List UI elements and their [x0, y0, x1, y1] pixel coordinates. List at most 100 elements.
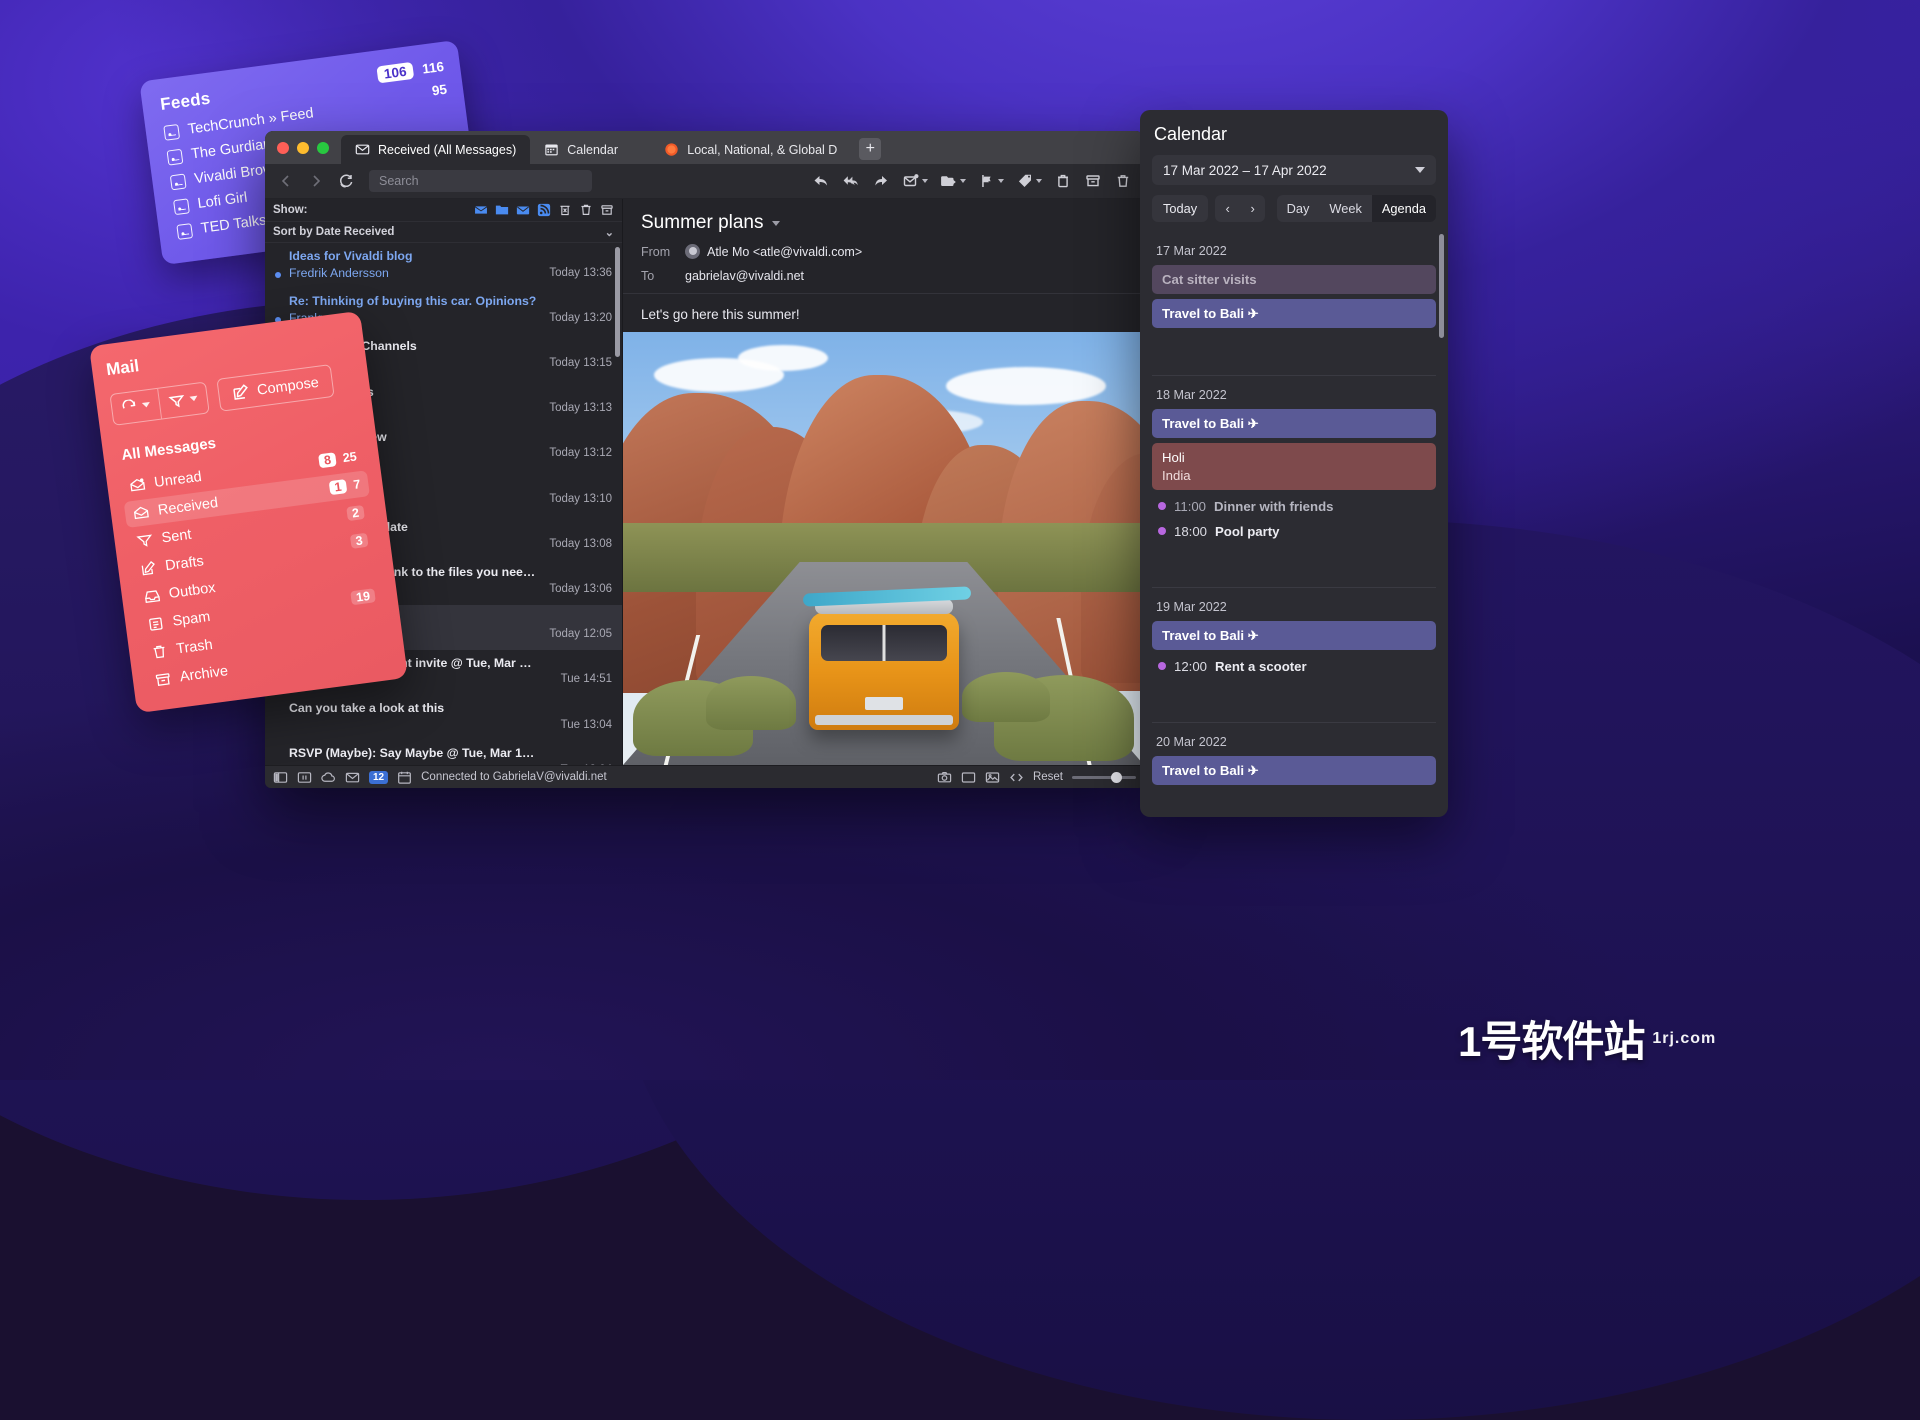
watermark-secondary: 1rj.com	[1652, 1030, 1716, 1048]
trash-filter-icon[interactable]	[579, 203, 593, 217]
pencil-square-icon	[140, 560, 158, 578]
calendar-view-day[interactable]: Day	[1277, 195, 1320, 222]
mail-folder-badges: 2	[346, 505, 365, 521]
message-list-item[interactable]: Can you take a look at this Tue 13:04	[265, 695, 622, 740]
tag-icon[interactable]	[1012, 168, 1038, 194]
agenda-event-allday[interactable]: Travel to Bali ✈	[1152, 621, 1436, 650]
archive-icon[interactable]	[1080, 168, 1106, 194]
message-timestamp: Today 13:36	[549, 266, 612, 282]
new-tab-button[interactable]: +	[859, 138, 881, 160]
sort-row[interactable]: Sort by Date Received ⌄	[265, 222, 622, 243]
zoom-reset-label[interactable]: Reset	[1033, 771, 1063, 783]
envelope-filter-icon[interactable]	[516, 203, 530, 217]
reading-pane: Summer plans From Atle Mo <atle@vivaldi.…	[623, 199, 1144, 765]
chevron-down-icon[interactable]	[1415, 167, 1425, 173]
chevron-down-icon[interactable]	[998, 179, 1004, 183]
chevron-down-icon[interactable]	[960, 179, 966, 183]
cloud-sync-icon[interactable]	[321, 770, 336, 785]
reply-all-icon[interactable]	[838, 168, 864, 194]
agenda-event-timed[interactable]: 11:00Dinner with friends	[1152, 495, 1436, 518]
calendar-status-icon[interactable]	[397, 770, 412, 785]
message-list-item[interactable]: Ideas for Vivaldi blogFredrik AnderssonT…	[265, 243, 622, 288]
mail-panel-card[interactable]: Mail Compose All Messages Unre	[89, 311, 408, 713]
trash-icon[interactable]	[1110, 168, 1136, 194]
agenda-days-container: 17 Mar 2022Cat sitter visitsTravel to Ba…	[1152, 232, 1436, 817]
photo-cloud	[946, 367, 1106, 405]
chevron-down-icon[interactable]	[189, 396, 198, 402]
next-period-button[interactable]: ›	[1240, 195, 1265, 222]
agenda-event-allday[interactable]: Travel to Bali ✈	[1152, 756, 1436, 785]
agenda-event-title: Rent a scooter	[1215, 659, 1307, 674]
archive-filter-icon[interactable]	[600, 203, 614, 217]
compose-button[interactable]: Compose	[216, 364, 334, 412]
chevron-down-icon[interactable]: ⌄	[605, 226, 614, 239]
minimize-window-button[interactable]	[297, 142, 309, 154]
search-input[interactable]: Search	[369, 170, 592, 192]
agenda-event-allday[interactable]: Cat sitter visits	[1152, 265, 1436, 294]
agenda-event-allday[interactable]: Travel to Bali ✈	[1152, 299, 1436, 328]
mail-status-icon[interactable]	[345, 770, 360, 785]
chevron-down-icon[interactable]	[142, 402, 151, 408]
reply-icon[interactable]	[808, 168, 834, 194]
photo-bush	[962, 672, 1050, 722]
zoom-slider[interactable]	[1072, 776, 1136, 779]
refresh-button[interactable]	[110, 388, 161, 424]
close-window-button[interactable]	[277, 142, 289, 154]
tiling-icon[interactable]	[961, 770, 976, 785]
mail-folder-label: Trash	[175, 637, 213, 658]
total-count-badge: 25	[342, 449, 358, 465]
delete-icon[interactable]	[1050, 168, 1076, 194]
photo-cloud	[738, 345, 828, 371]
calendar-agenda-list[interactable]: 17 Mar 2022Cat sitter visitsTravel to Ba…	[1140, 232, 1448, 817]
window-controls	[273, 131, 341, 164]
folder-filter-icon[interactable]	[495, 203, 509, 217]
agenda-event-title: Travel to Bali ✈	[1162, 627, 1426, 644]
today-button[interactable]: Today	[1152, 195, 1208, 222]
photo-van-body	[809, 612, 959, 730]
zoom-slider-knob[interactable]	[1111, 772, 1122, 783]
agenda-event-timed[interactable]: 18:00Pool party	[1152, 520, 1436, 543]
chevron-down-icon[interactable]	[772, 221, 780, 226]
agenda-day-spacer	[1152, 545, 1436, 575]
reload-icon[interactable]	[333, 168, 359, 194]
filter-button[interactable]	[158, 382, 209, 418]
panel-toggle-icon[interactable]	[273, 770, 288, 785]
agenda-scrollbar[interactable]	[1439, 234, 1444, 338]
message-list-item[interactable]: RSVP (Maybe): Say Maybe @ Tue, Mar 15 20…	[265, 740, 622, 765]
mail-folder-label: Outbox	[168, 580, 216, 602]
mail-unread-badge[interactable]: 12	[369, 771, 388, 784]
pause-icon[interactable]	[297, 770, 312, 785]
calendar-view-agenda[interactable]: Agenda	[1372, 195, 1436, 222]
mail-folder-label: Drafts	[164, 553, 204, 574]
feed-filter-icon[interactable]	[537, 203, 551, 217]
count-badge: 2	[346, 505, 365, 521]
tab-local-national-global-d[interactable]: Local, National, & Global D	[650, 135, 851, 164]
images-toggle-icon[interactable]	[985, 770, 1000, 785]
maximize-window-button[interactable]	[317, 142, 329, 154]
prev-period-button[interactable]: ‹	[1215, 195, 1240, 222]
message-list-scrollbar[interactable]	[615, 247, 620, 357]
delete-filter-icon[interactable]	[558, 203, 572, 217]
agenda-event-allday[interactable]: Travel to Bali ✈	[1152, 409, 1436, 438]
calendar-view-week[interactable]: Week	[1319, 195, 1371, 222]
developer-tools-icon[interactable]	[1009, 770, 1024, 785]
tab-calendar[interactable]: Calendar	[530, 135, 650, 164]
flag-icon[interactable]	[974, 168, 1000, 194]
agenda-event-timed[interactable]: 12:00Rent a scooter	[1152, 655, 1436, 678]
tab-received-all-messages[interactable]: Received (All Messages)	[341, 135, 530, 164]
agenda-event-title: Dinner with friends	[1214, 499, 1333, 514]
mark-read-icon[interactable]	[898, 168, 924, 194]
forward-mail-icon[interactable]	[868, 168, 894, 194]
capture-icon[interactable]	[937, 770, 952, 785]
forward-icon[interactable]	[303, 168, 329, 194]
message-subject: Ideas for Vivaldi blog	[289, 248, 612, 265]
chevron-down-icon[interactable]	[922, 179, 928, 183]
show-filter-icons	[474, 203, 614, 217]
move-to-folder-icon[interactable]	[936, 168, 962, 194]
mail-folder-label: Received	[157, 495, 219, 519]
back-icon[interactable]	[273, 168, 299, 194]
unread-filter-icon[interactable]	[474, 203, 488, 217]
calendar-date-range-selector[interactable]: 17 Mar 2022 – 17 Apr 2022	[1152, 155, 1436, 185]
agenda-event-allday[interactable]: HoliIndia	[1152, 443, 1436, 489]
chevron-down-icon[interactable]	[1036, 179, 1042, 183]
